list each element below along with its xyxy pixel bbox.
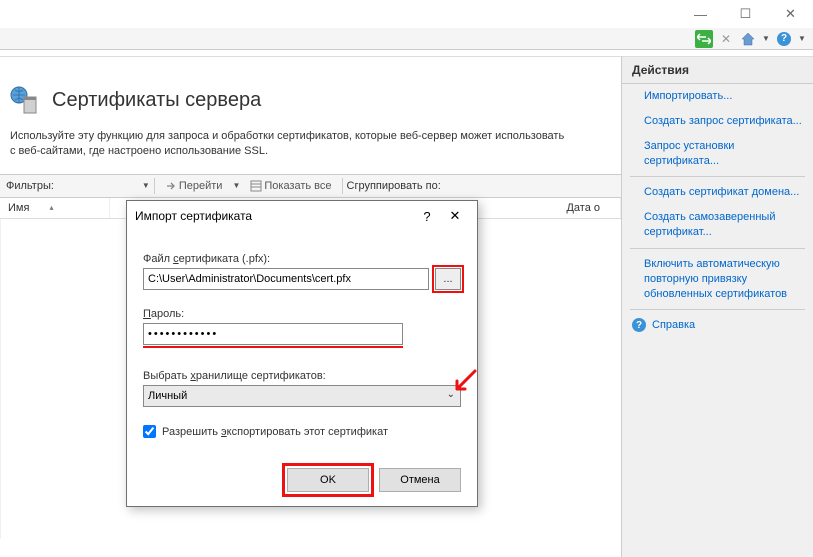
password-input[interactable] <box>143 323 403 345</box>
home-dropdown-icon[interactable]: ▼ <box>761 30 771 48</box>
filter-go-button[interactable]: Перейти <box>159 179 229 193</box>
action-auto-rebind[interactable]: Включить автоматическую повторную привяз… <box>622 252 813 307</box>
browse-button[interactable]: ... <box>435 268 461 290</box>
close-window-button[interactable]: ✕ <box>768 0 813 28</box>
page-title: Сертификаты сервера <box>52 89 261 112</box>
stop-icon[interactable]: ✕ <box>717 30 735 48</box>
home-icon[interactable] <box>739 30 757 48</box>
dialog-help-button[interactable]: ? <box>413 209 441 224</box>
action-create-request[interactable]: Создать запрос сертификата... <box>622 109 813 134</box>
store-label: Выбрать хранилище сертификатов: <box>143 370 461 382</box>
help-circle-icon: ? <box>632 318 646 332</box>
import-certificate-dialog: Импорт сертификата ? ✕ Файл сертификата … <box>126 200 478 507</box>
actions-title: Действия <box>622 57 813 84</box>
filter-bar: Фильтры: ▼ Перейти ▼ Показать все Сгрупп… <box>0 174 621 198</box>
file-label: Файл сертификата (.pfx): <box>143 253 461 265</box>
action-help[interactable]: ? Справка <box>622 313 813 337</box>
refresh-icon[interactable] <box>695 30 713 48</box>
dialog-title: Импорт сертификата <box>135 209 413 223</box>
action-install-request[interactable]: Запрос установки сертификата... <box>622 134 813 174</box>
go-dropdown-icon[interactable]: ▼ <box>232 181 240 190</box>
filter-input[interactable] <box>58 180 138 192</box>
ok-button[interactable]: OK <box>287 468 369 492</box>
help-icon[interactable]: ? <box>775 30 793 48</box>
store-select[interactable] <box>143 385 461 407</box>
show-all-icon <box>250 180 262 192</box>
help-dropdown-icon[interactable]: ▼ <box>797 30 807 48</box>
group-by-label: Сгруппировать по: <box>347 180 441 192</box>
go-arrow-icon <box>165 180 177 192</box>
password-label: Пароль: <box>143 308 461 320</box>
page-description: Используйте эту функцию для запроса и об… <box>0 129 580 174</box>
file-path-input[interactable] <box>143 268 429 290</box>
actions-panel: Действия Импортировать... Создать запрос… <box>621 56 813 557</box>
column-name[interactable]: Имя ▴ <box>0 198 110 218</box>
toolbar: ✕ ▼ ? ▼ <box>0 28 813 50</box>
sort-indicator-icon: ▴ <box>49 203 53 212</box>
minimize-button[interactable]: — <box>678 0 723 28</box>
attention-arrow-icon <box>449 367 479 397</box>
certificates-icon <box>10 85 40 115</box>
action-self-signed[interactable]: Создать самозаверенный сертификат... <box>622 205 813 245</box>
filter-dropdown-icon[interactable]: ▼ <box>142 181 150 190</box>
dialog-titlebar: Импорт сертификата ? ✕ <box>127 201 477 231</box>
filter-label: Фильтры: <box>6 180 54 192</box>
allow-export-label: Разрешить экспортировать этот сертификат <box>162 426 388 438</box>
action-domain-cert[interactable]: Создать сертификат домена... <box>622 180 813 205</box>
allow-export-checkbox[interactable] <box>143 425 156 438</box>
show-all-button[interactable]: Показать все <box>244 179 337 193</box>
action-import[interactable]: Импортировать... <box>622 84 813 109</box>
column-date[interactable]: Дата о <box>558 198 621 218</box>
page-header: Сертификаты сервера <box>0 57 621 129</box>
dialog-close-button[interactable]: ✕ <box>441 208 469 224</box>
maximize-button[interactable]: ☐ <box>723 0 768 28</box>
cancel-button[interactable]: Отмена <box>379 468 461 492</box>
